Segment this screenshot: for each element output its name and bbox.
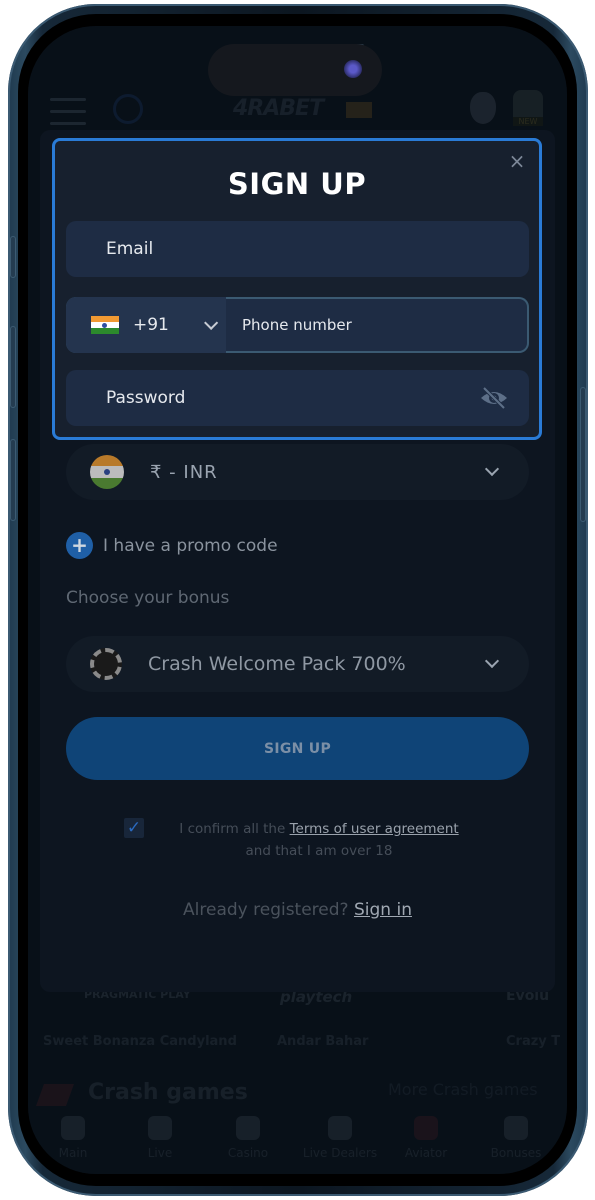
modal-title: SIGN UP xyxy=(227,167,367,201)
password-placeholder: Password xyxy=(106,388,186,408)
phone-placeholder: Phone number xyxy=(242,316,352,334)
signup-modal: × SIGN UP Email +91 Phone number Passwor… xyxy=(52,138,542,440)
plus-icon: + xyxy=(66,532,93,559)
india-flag-icon xyxy=(90,455,124,489)
password-field[interactable]: Password xyxy=(66,370,529,426)
country-code: +91 xyxy=(133,315,169,335)
email-placeholder: Email xyxy=(106,239,154,259)
phone-screen: 4RABET NEW PRAGMATIC PLAY playtech Evolu… xyxy=(28,26,567,1174)
sign-in-link[interactable]: Sign in xyxy=(354,900,412,920)
india-flag-icon xyxy=(91,315,119,335)
terms-prefix: I confirm all the xyxy=(179,821,290,837)
bonus-value: Crash Welcome Pack 700% xyxy=(148,653,406,675)
promo-code-label: I have a promo code xyxy=(103,535,278,556)
chevron-down-icon xyxy=(484,461,500,477)
country-code-select[interactable]: +91 xyxy=(66,297,226,353)
terms-suffix: and that I am over 18 xyxy=(245,843,393,859)
terms-text: I confirm all the Terms of user agreemen… xyxy=(154,818,484,862)
chevron-down-icon xyxy=(484,653,500,669)
volume-down-button xyxy=(10,439,16,521)
choose-bonus-label: Choose your bonus xyxy=(66,588,230,608)
promo-code-toggle[interactable]: + I have a promo code xyxy=(66,532,278,559)
volume-up-button xyxy=(10,326,16,408)
sign-up-button[interactable]: SIGN UP xyxy=(66,717,529,780)
terms-link[interactable]: Terms of user agreement xyxy=(290,821,459,837)
already-registered-text: Already registered? xyxy=(183,900,354,920)
terms-checkbox[interactable]: ✓ xyxy=(124,818,144,838)
action-button xyxy=(10,236,16,278)
chevron-down-icon xyxy=(204,315,219,330)
camera-icon xyxy=(344,60,362,78)
currency-select[interactable]: ₹ - INR xyxy=(66,444,529,500)
already-registered: Already registered? Sign in xyxy=(28,900,567,920)
eye-off-icon[interactable] xyxy=(479,386,509,410)
power-button xyxy=(580,387,586,522)
dynamic-island xyxy=(208,44,382,96)
phone-field[interactable]: +91 Phone number xyxy=(66,297,529,353)
email-field[interactable]: Email xyxy=(66,221,529,277)
currency-value: ₹ - INR xyxy=(150,461,218,483)
casino-chip-icon xyxy=(90,648,122,680)
bonus-select[interactable]: Crash Welcome Pack 700% xyxy=(66,636,529,692)
